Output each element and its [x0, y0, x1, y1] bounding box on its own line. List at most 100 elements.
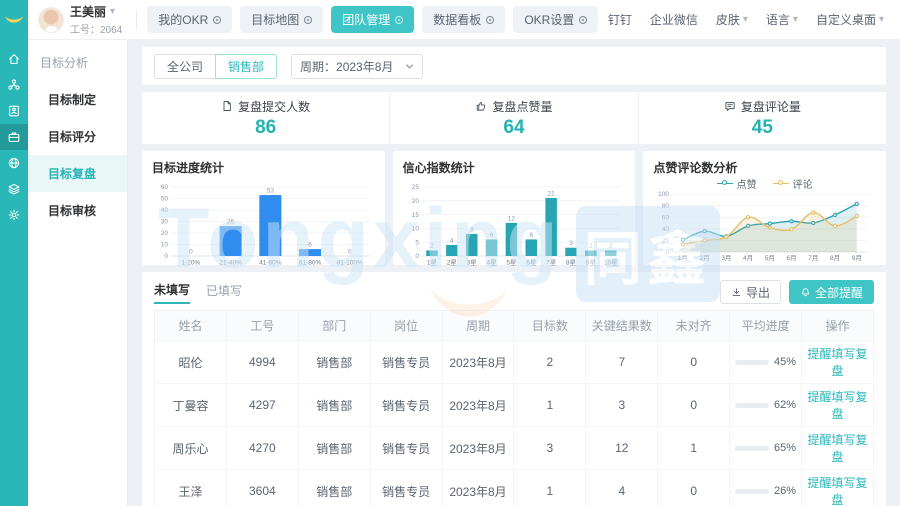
svg-text:80: 80	[662, 203, 670, 210]
legend-item-点赞[interactable]: 点赞	[717, 176, 757, 191]
rail-item-layers[interactable]	[0, 176, 28, 202]
svg-text:0: 0	[666, 249, 670, 256]
svg-text:21: 21	[547, 191, 555, 198]
circle-badge-icon	[486, 16, 494, 24]
company-filter-tab[interactable]: 全公司	[154, 54, 216, 79]
cell-操作: 提醒填写复盘	[802, 341, 874, 384]
nav-tab-label: 团队管理	[342, 11, 390, 28]
sidebar-item-目标审核[interactable]: 目标审核	[28, 192, 127, 229]
topbar-menu-语言[interactable]: 语言▾	[766, 11, 798, 28]
review-table-panel: 未填写已填写 导出 全部提醒 姓名工号部门岗位周期目标数关键结果数未对齐平均进度…	[142, 272, 886, 506]
nav-tab-OKR设置[interactable]: OKR设置	[513, 6, 598, 33]
nav-tab-团队管理[interactable]: 团队管理	[331, 6, 414, 33]
menu-label: 自定义桌面	[816, 11, 876, 28]
rail-item-org-team[interactable]	[0, 72, 28, 98]
remind-fill-review-link[interactable]: 提醒填写复盘	[808, 476, 868, 506]
remind-fill-review-link[interactable]: 提醒填写复盘	[808, 390, 868, 421]
svg-text:7月: 7月	[809, 254, 819, 262]
table-row: 王泽3604销售部销售专员2023年8月14026%提醒填写复盘	[155, 470, 874, 506]
column-header-目标数: 目标数	[514, 311, 586, 341]
export-button[interactable]: 导出	[720, 280, 781, 304]
column-header-平均进度: 平均进度	[730, 311, 802, 341]
panel-header: 未填写已填写 导出 全部提醒	[154, 280, 874, 304]
nav-tab-数据看板[interactable]: 数据看板	[422, 6, 505, 33]
table-row: 昭伦4994销售部销售专员2023年8月27045%提醒填写复盘	[155, 341, 874, 384]
svg-text:10星: 10星	[604, 259, 618, 267]
nav-tab-目标地图[interactable]: 目标地图	[240, 6, 323, 33]
gear-icon	[7, 208, 21, 222]
scope-segmented-control: 全公司 销售部	[154, 54, 277, 79]
sidebar-item-目标制定[interactable]: 目标制定	[28, 81, 127, 118]
legend-item-评论[interactable]: 评论	[773, 176, 813, 191]
svg-text:100: 100	[659, 191, 670, 198]
svg-text:6月: 6月	[787, 254, 797, 262]
svg-text:1月: 1月	[678, 254, 688, 262]
svg-text:20: 20	[161, 230, 169, 237]
layers-icon	[7, 182, 21, 196]
remind-fill-review-link[interactable]: 提醒填写复盘	[808, 347, 868, 378]
svg-text:81-100%: 81-100%	[337, 260, 363, 267]
chevron-down-icon[interactable]: ▾	[110, 6, 115, 17]
sidebar-item-目标复盘[interactable]: 目标复盘	[28, 155, 127, 192]
user-meta: 王美丽 ▾ 工号：2064	[70, 3, 122, 36]
svg-text:0: 0	[415, 253, 419, 260]
progress-value: 26%	[774, 485, 796, 497]
cell-未对齐: 0	[658, 384, 730, 427]
period-value: 周期：2023年8月	[300, 58, 393, 75]
briefcase-icon	[7, 130, 21, 144]
brand-logo[interactable]	[0, 0, 28, 40]
thumb-up-icon	[475, 100, 487, 112]
topbar-menu-皮肤[interactable]: 皮肤▾	[716, 11, 748, 28]
topbar-menu-企业微信[interactable]: 企业微信	[650, 11, 698, 28]
table-body: 昭伦4994销售部销售专员2023年8月27045%提醒填写复盘丁曼容4297销…	[155, 341, 874, 506]
stat-复盘点赞量: 复盘点赞量64	[389, 92, 637, 144]
remind-all-label: 全部提醒	[815, 284, 863, 301]
remind-all-button[interactable]: 全部提醒	[789, 280, 874, 304]
svg-text:26: 26	[227, 219, 235, 226]
topbar-menu-钉钉[interactable]: 钉钉	[608, 11, 632, 28]
svg-text:3: 3	[569, 240, 573, 247]
svg-text:60: 60	[161, 184, 169, 191]
cell-关键结果数: 3	[586, 384, 658, 427]
cell-目标数: 1	[514, 384, 586, 427]
cell-工号: 4994	[226, 341, 298, 384]
app-root: 王美丽 ▾ 工号：2064 我的OKR 目标地图 团队管理 数据看板 OKR设置 钉钉 企…	[0, 0, 900, 506]
nav-tab-我的OKR[interactable]: 我的OKR	[147, 6, 232, 33]
cell-姓名: 丁曼容	[155, 384, 227, 427]
confidence-index-bar-chart: 051015202521星42星83星64星125星66星217星38星29星2…	[403, 176, 626, 268]
user-profile[interactable]: 王美丽 ▾ 工号：2064	[28, 3, 132, 36]
topbar-menu-自定义桌面[interactable]: 自定义桌面▾	[816, 11, 884, 28]
rail-item-home[interactable]	[0, 46, 28, 72]
chart-title: 点赞评论数分析	[653, 159, 876, 176]
rail-item-id-card[interactable]	[0, 98, 28, 124]
svg-text:20: 20	[411, 198, 419, 205]
remind-fill-review-link[interactable]: 提醒填写复盘	[808, 433, 868, 464]
svg-text:30: 30	[161, 219, 169, 226]
cell-关键结果数: 4	[586, 470, 658, 506]
home-icon	[7, 52, 21, 66]
svg-text:5星: 5星	[506, 259, 517, 267]
circle-badge-icon	[213, 16, 221, 24]
period-select[interactable]: 周期：2023年8月	[291, 54, 423, 79]
smile-logo-icon	[3, 13, 25, 27]
cell-平均进度: 26%	[730, 470, 802, 506]
sidebar-item-目标评分[interactable]: 目标评分	[28, 118, 127, 155]
rail-item-briefcase[interactable]	[0, 124, 28, 150]
stat-复盘评论量: 复盘评论量45	[638, 92, 886, 144]
cell-岗位: 销售专员	[370, 427, 442, 470]
panel-tab-未填写[interactable]: 未填写	[154, 281, 190, 304]
cell-目标数: 1	[514, 470, 586, 506]
stat-复盘提交人数: 复盘提交人数86	[142, 92, 389, 144]
avatar[interactable]	[38, 7, 64, 33]
cell-周期: 2023年8月	[442, 470, 514, 506]
progress-value: 45%	[774, 356, 796, 368]
legend-marker-icon	[773, 180, 789, 187]
svg-text:41-60%: 41-60%	[259, 260, 282, 267]
rail-item-globe[interactable]	[0, 150, 28, 176]
svg-text:2: 2	[609, 243, 613, 250]
progress-bar	[735, 446, 769, 451]
panel-tab-已填写[interactable]: 已填写	[206, 282, 242, 303]
svg-text:20: 20	[662, 238, 670, 245]
rail-item-gear[interactable]	[0, 202, 28, 228]
department-filter-tab[interactable]: 销售部	[215, 54, 277, 79]
